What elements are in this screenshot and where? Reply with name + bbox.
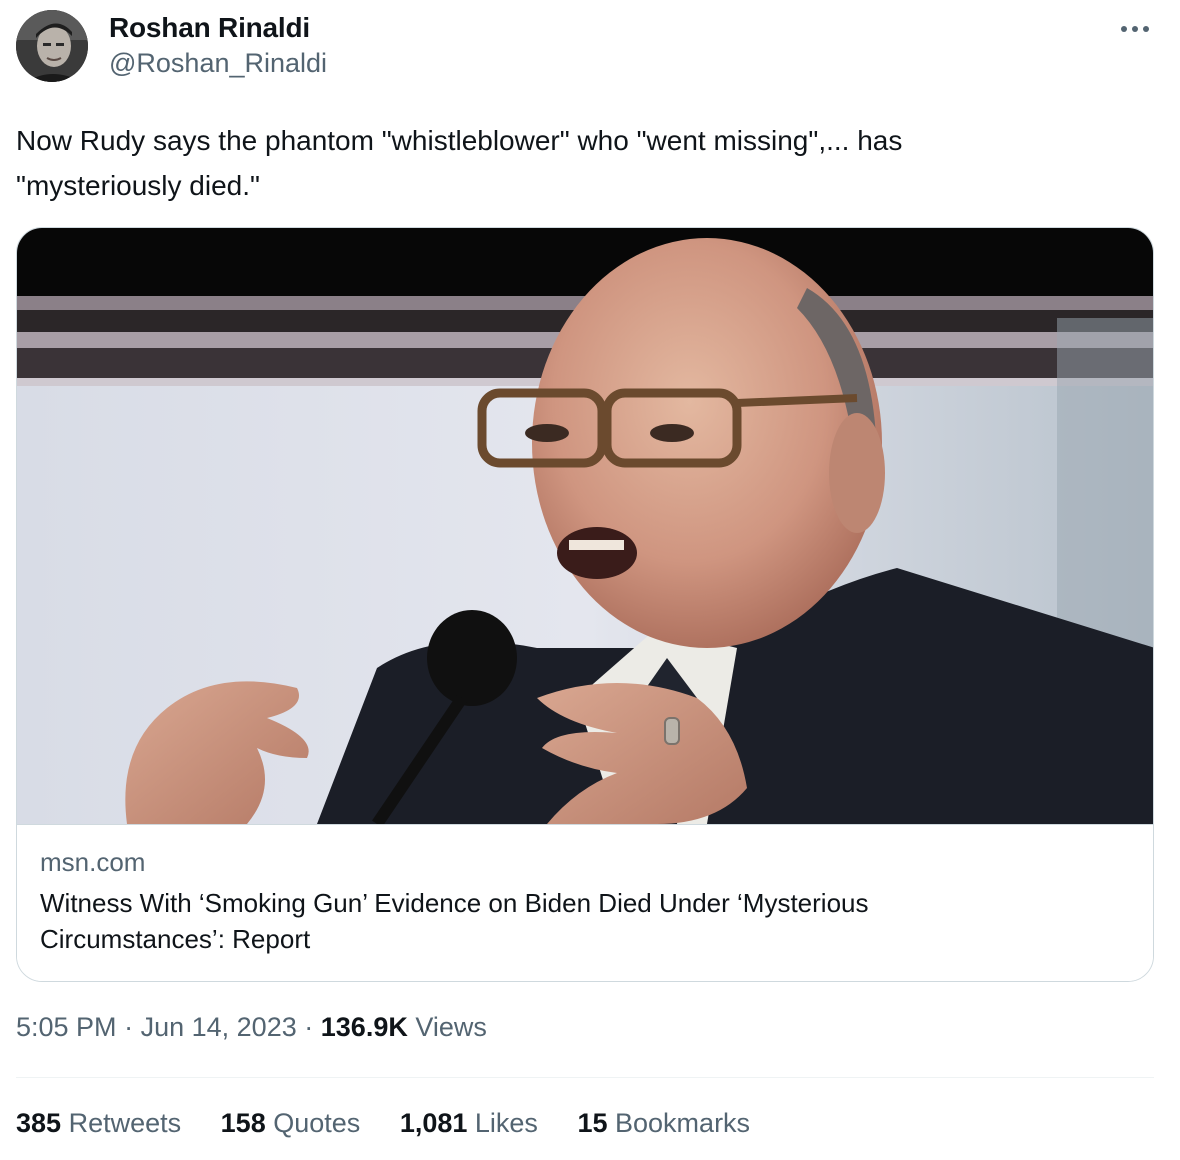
card-body[interactable]: msn.com Witness With ‘Smoking Gun’ Evide… [17,824,1153,981]
likes-label: Likes [474,1108,538,1138]
bookmarks-count: 15 [577,1108,608,1138]
quotes-label: Quotes [273,1108,361,1138]
quotes-stat[interactable]: 158 Quotes [221,1108,361,1139]
likes-stat[interactable]: 1,081 Likes [400,1108,538,1139]
link-card[interactable]: msn.com Witness With ‘Smoking Gun’ Evide… [16,227,1154,982]
avatar[interactable] [16,10,88,82]
card-domain: msn.com [40,847,146,877]
author-name[interactable]: Roshan Rinaldi [109,12,310,44]
more-options-button[interactable] [1118,16,1152,42]
author-handle[interactable]: @Roshan_Rinaldi [109,48,327,79]
retweets-stat[interactable]: 385 Retweets [16,1108,181,1139]
bookmarks-stat[interactable]: 15 Bookmarks [577,1108,750,1139]
card-photo [17,228,1153,824]
avatar-photo [16,10,88,82]
card-image[interactable] [17,228,1153,824]
divider [16,1077,1154,1078]
retweets-count: 385 [16,1108,62,1138]
views-count: 136.9K [320,1012,408,1042]
bookmarks-label: Bookmarks [615,1108,751,1138]
tweet-text: Now Rudy says the phantom "whistleblower… [16,125,903,201]
meta-separator: · [304,1012,314,1042]
tweet-time[interactable]: 5:05 PM [16,1012,117,1042]
meta-separator: · [124,1012,134,1042]
more-horizontal-icon [1121,26,1149,32]
likes-count: 1,081 [399,1108,468,1138]
engagement-stats: 385 Retweets 158 Quotes 1,081 Likes 15 B… [16,1108,782,1139]
card-title: Witness With ‘Smoking Gun’ Evidence on B… [40,888,869,954]
quotes-count: 158 [220,1108,266,1138]
tweet-date[interactable]: Jun 14, 2023 [141,1012,297,1042]
views-label: Views [415,1012,487,1042]
retweets-label: Retweets [68,1108,182,1138]
tweet-meta: 5:05 PM · Jun 14, 2023 · 136.9K Views [16,1012,487,1043]
